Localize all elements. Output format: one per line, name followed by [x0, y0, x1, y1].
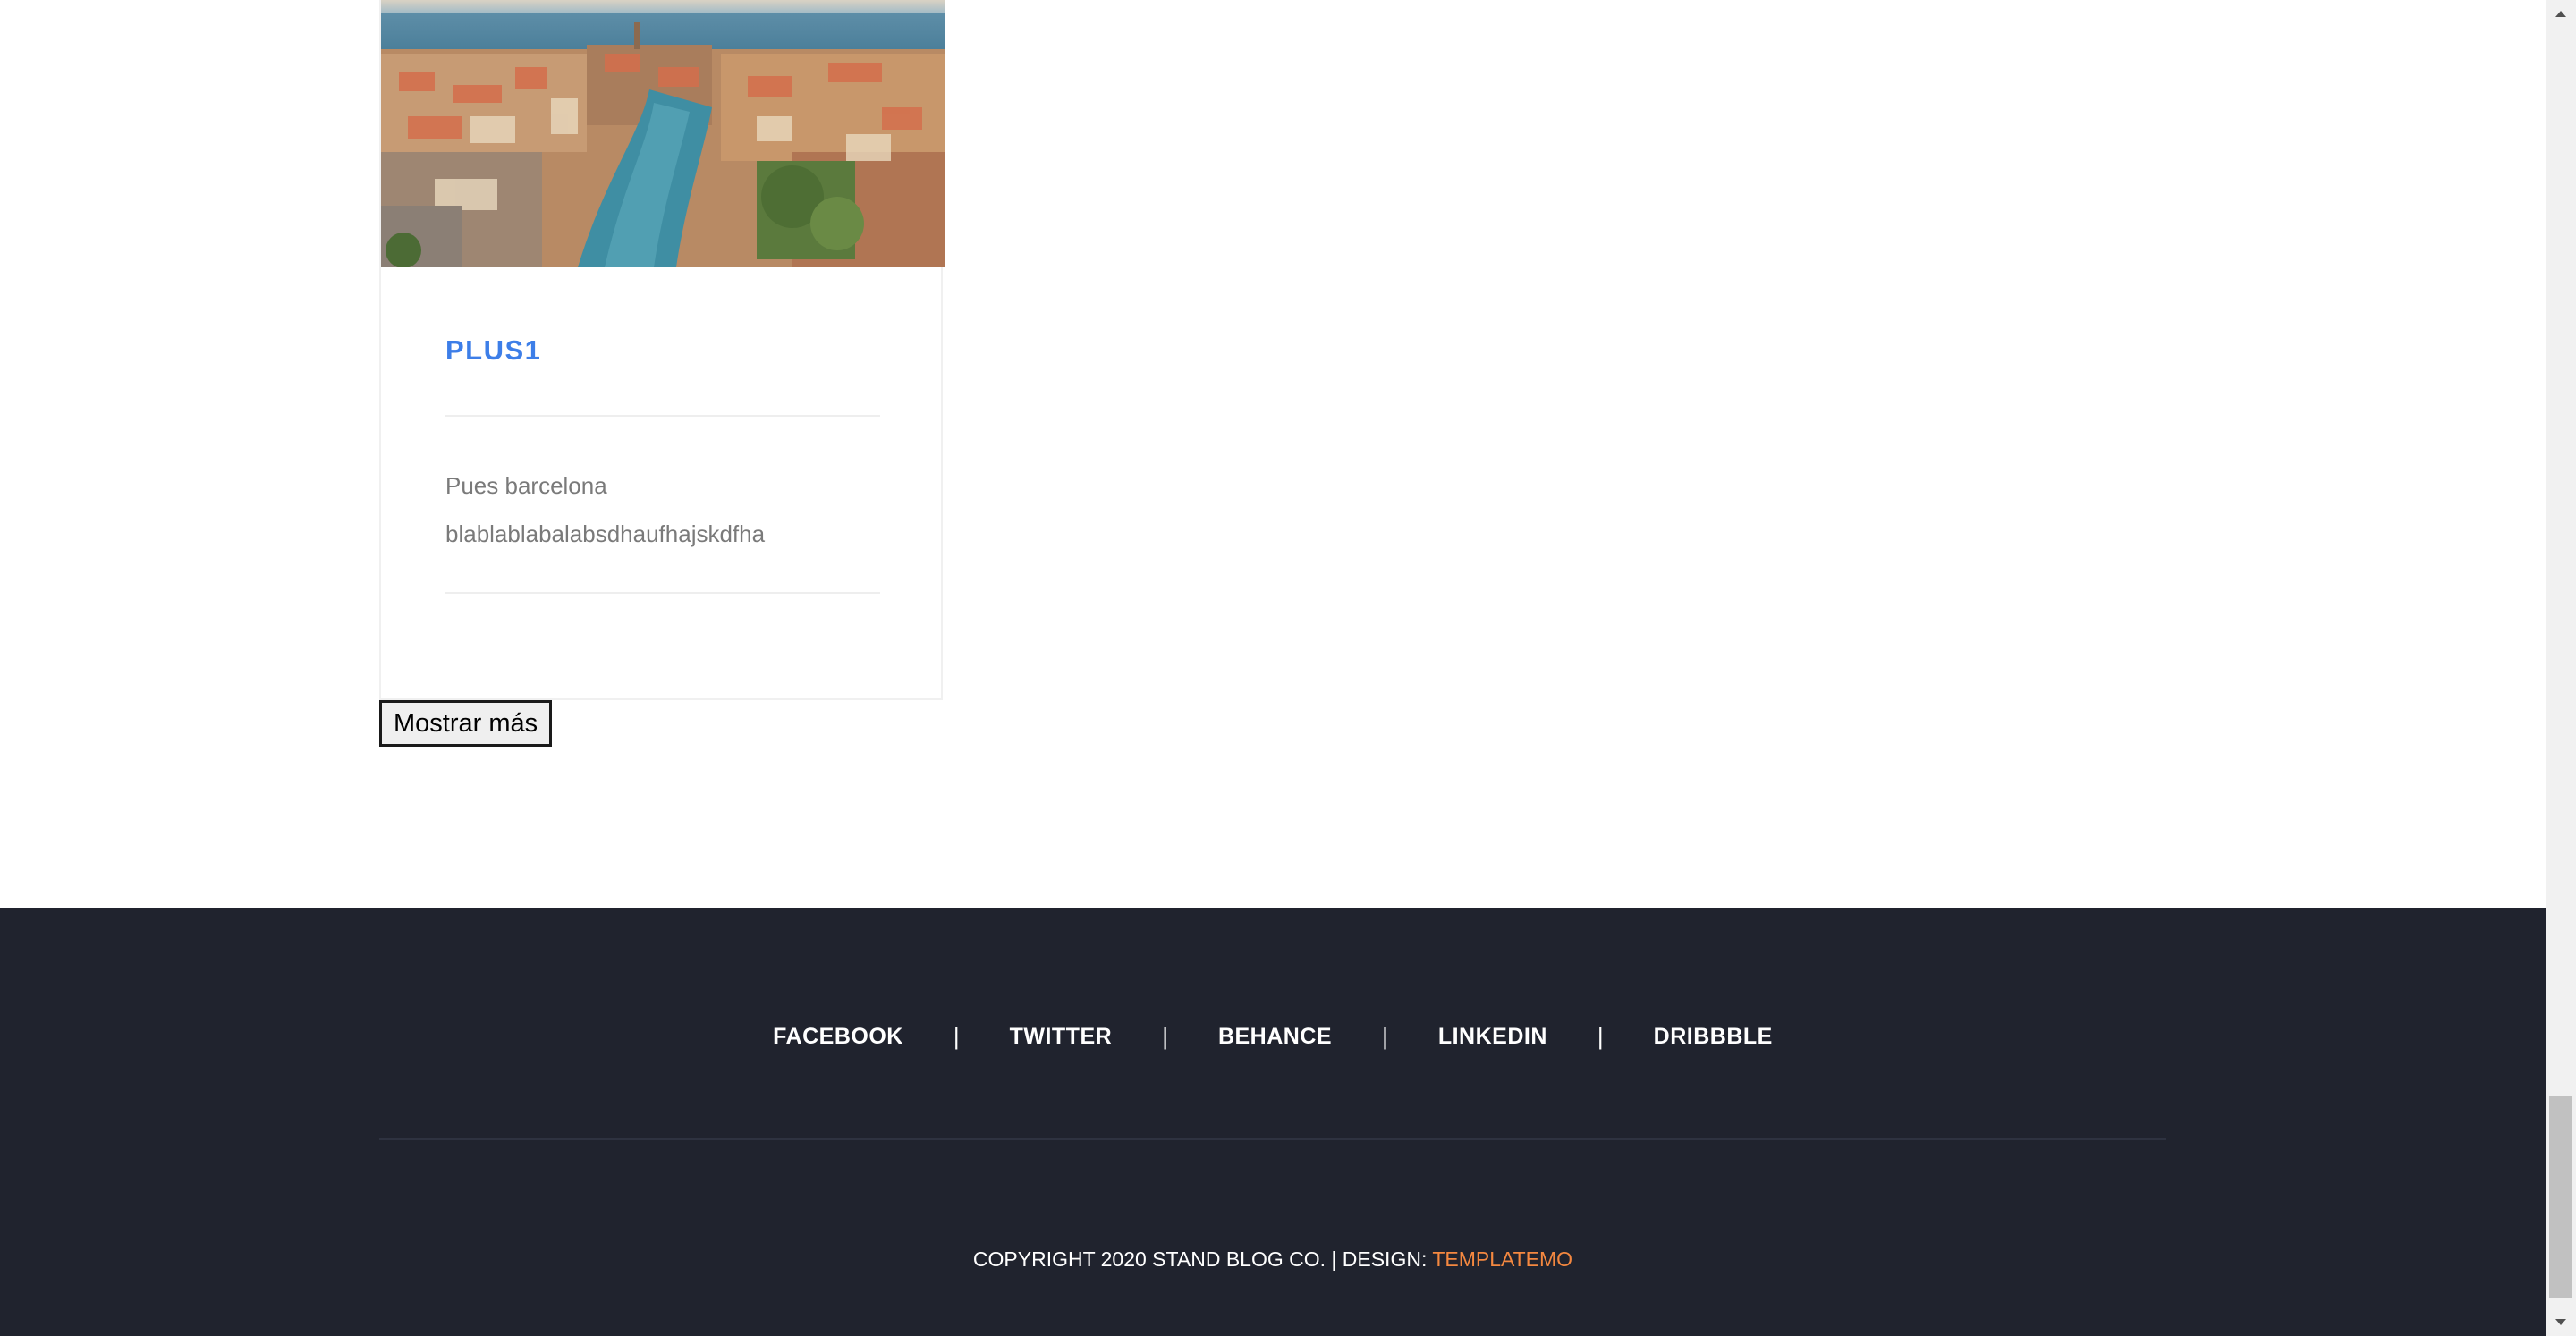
vertical-scrollbar[interactable] [2546, 0, 2576, 1336]
separator: | [953, 1022, 960, 1050]
separator: | [1597, 1022, 1604, 1050]
blog-post-card: PLUS1 Pues barcelona blablablabalabsdhau… [379, 0, 945, 700]
post-excerpt-line: Pues barcelona [445, 472, 607, 499]
post-image[interactable] [381, 0, 945, 267]
post-excerpt-line: blablablabalabsdhaufhajskdfha [445, 520, 766, 547]
copyright-label: COPYRIGHT 2020 STAND BLOG CO. | DESIGN: [972, 1247, 1433, 1271]
show-more-button[interactable]: Mostrar más [379, 700, 553, 747]
facebook-link[interactable]: FACEBOOK [723, 1024, 953, 1050]
divider [445, 592, 880, 594]
scroll-down-arrow-icon[interactable] [2546, 1309, 2576, 1336]
designer-link[interactable]: TEMPLATEMO [1432, 1247, 1572, 1271]
linkedin-link[interactable]: LINKEDIN [1388, 1024, 1597, 1050]
separator: | [1382, 1022, 1388, 1050]
page: PLUS1 Pues barcelona blablablabalabsdhau… [0, 0, 2546, 1336]
separator: | [1162, 1022, 1168, 1050]
twitter-link[interactable]: TWITTER [960, 1024, 1163, 1050]
post-title[interactable]: PLUS1 [445, 334, 541, 367]
footer-divider [379, 1138, 2166, 1140]
dribbble-link[interactable]: DRIBBBLE [1604, 1024, 1823, 1050]
behance-link[interactable]: BEHANCE [1168, 1024, 1382, 1050]
scrollbar-thumb[interactable] [2549, 1096, 2572, 1298]
coastal-town-image [381, 0, 945, 267]
divider [445, 415, 880, 417]
post-excerpt: Pues barcelona blablablabalabsdhaufhajsk… [445, 461, 884, 558]
social-links: FACEBOOK | TWITTER | BEHANCE | LINKEDIN … [0, 1010, 2546, 1063]
copyright-text: COPYRIGHT 2020 STAND BLOG CO. | DESIGN: … [0, 1247, 2546, 1272]
footer: FACEBOOK | TWITTER | BEHANCE | LINKEDIN … [0, 908, 2546, 1336]
scroll-up-arrow-icon[interactable] [2546, 0, 2576, 27]
